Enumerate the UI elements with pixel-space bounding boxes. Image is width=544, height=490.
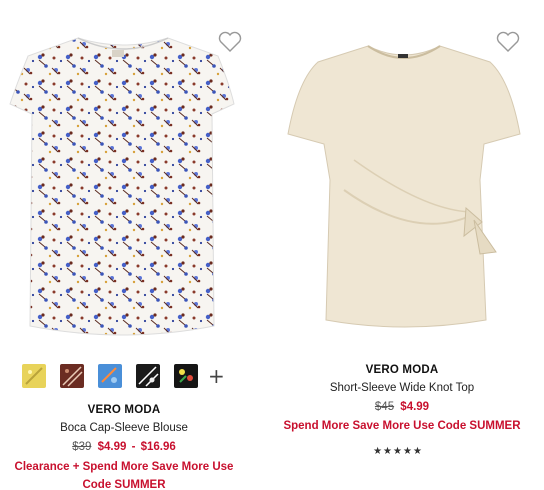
more-swatches-button[interactable]: + <box>208 366 225 386</box>
product-name-link[interactable]: Boca Cap-Sleeve Blouse <box>0 422 248 434</box>
favorite-button[interactable] <box>217 30 243 54</box>
swatch-blue-floral[interactable] <box>98 364 122 388</box>
product-image[interactable] <box>284 40 524 330</box>
original-price: $45 <box>374 401 395 413</box>
product-card-knot-top[interactable]: VERO MODA Short-Sleeve Wide Knot Top $45… <box>280 0 544 490</box>
heart-outline-icon <box>496 31 520 52</box>
product-price: $39 $4.99 - $16.96 <box>0 441 248 453</box>
heart-outline-icon <box>218 31 242 52</box>
floral-blouse-image <box>9 37 235 336</box>
product-brand: VERO MODA <box>365 364 439 376</box>
swatch-black-white-floral[interactable] <box>136 364 160 388</box>
swatch-black-multi-floral[interactable] <box>174 364 198 388</box>
product-card-boca-blouse[interactable]: + VERO MODA Boca Cap-Sleeve Blouse $39 $… <box>0 0 248 490</box>
sale-price-high: $16.96 <box>140 441 176 453</box>
product-image[interactable] <box>8 26 238 346</box>
swatch-brown-floral[interactable] <box>60 364 84 388</box>
favorite-button[interactable] <box>495 30 521 54</box>
star-rating[interactable]: ★★★★★ <box>280 446 516 457</box>
swatch-yellow-floral[interactable] <box>22 364 46 388</box>
price-separator: - <box>131 441 136 453</box>
sale-price: $4.99 <box>400 401 430 413</box>
knot-top-image <box>287 45 521 328</box>
product-name-link[interactable]: Short-Sleeve Wide Knot Top <box>280 382 524 394</box>
promo-text: Spend More Save More Use Code SUMMER <box>283 420 521 432</box>
sale-price-low: $4.99 <box>97 441 127 453</box>
promo-text: Clearance + Spend More Save More Use Cod… <box>14 461 234 490</box>
product-brand: VERO MODA <box>87 404 161 416</box>
original-price: $39 <box>72 441 92 453</box>
color-swatches: + <box>22 364 225 388</box>
product-price: $45 $4.99 <box>280 401 524 413</box>
